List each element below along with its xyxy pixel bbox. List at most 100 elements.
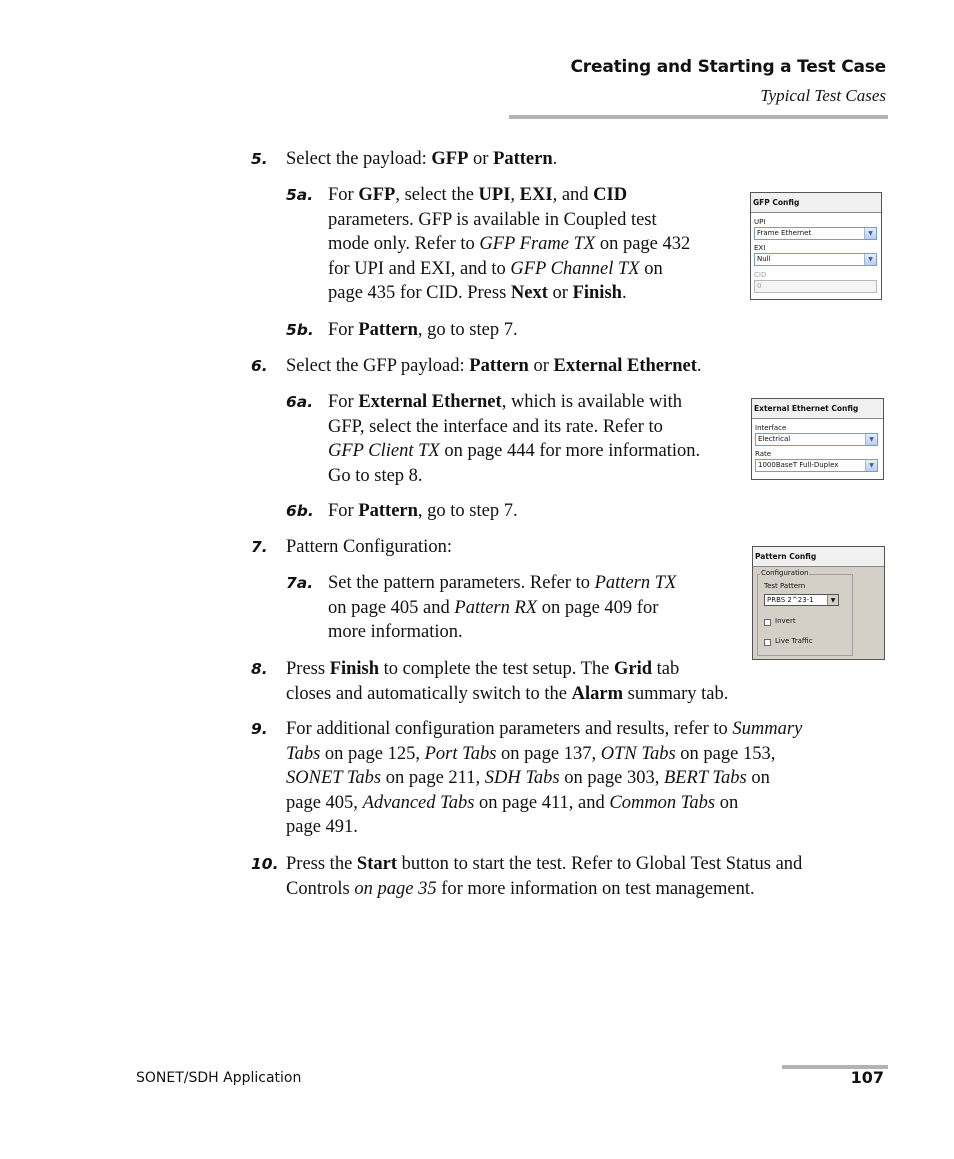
text: , go to step 7. <box>417 320 518 340</box>
chevron-down-icon[interactable]: ▼ <box>865 434 877 445</box>
cross-reference[interactable]: Common Tabs <box>609 793 715 813</box>
text: For additional configuration parameters … <box>286 719 733 739</box>
chevron-down-icon[interactable]: ▼ <box>827 595 838 605</box>
interface-select[interactable]: Electrical ▼ <box>755 433 878 446</box>
step-9-text: For additional configuration parameters … <box>286 717 886 840</box>
text: page 405, <box>286 792 363 813</box>
text: on page 137, <box>496 743 601 764</box>
text: or <box>528 356 554 376</box>
upi-label: UPI <box>754 218 766 226</box>
cid-input[interactable]: 0 <box>754 280 877 293</box>
panel-title: GFP Config <box>751 193 881 213</box>
chevron-down-icon[interactable]: ▼ <box>864 254 876 265</box>
text: For <box>328 392 359 412</box>
cross-reference[interactable]: SDH Tabs <box>485 768 560 788</box>
line: For External Ethernet, which is availabl… <box>328 390 748 415</box>
cross-reference[interactable]: Summary <box>732 719 802 739</box>
text: page 435 for CID. Press <box>328 283 511 304</box>
cross-reference[interactable]: on page 35 <box>354 879 436 899</box>
line: GFP, select the interface and its rate. … <box>328 415 748 440</box>
rate-select[interactable]: 1000BaseT Full-Duplex ▼ <box>755 459 878 472</box>
text: on <box>715 792 739 813</box>
footer-manual-title: SONET/SDH Application <box>136 1070 302 1086</box>
term: Pattern <box>358 320 418 340</box>
cross-reference[interactable]: Port Tabs <box>425 744 497 764</box>
interface-label: Interface <box>755 424 787 432</box>
cross-reference[interactable]: GFP Frame TX <box>479 234 595 254</box>
term: External Ethernet <box>358 392 502 412</box>
step-number: 5a. <box>286 186 314 204</box>
term: External Ethernet <box>553 356 697 376</box>
page-number: 107 <box>850 1068 884 1087</box>
step-5b-text: For Pattern, go to step 7. <box>328 318 518 343</box>
text: Select the GFP payload: <box>286 356 470 376</box>
text: parameters. GFP is available in Coupled … <box>328 209 657 230</box>
cross-reference[interactable]: SONET Tabs <box>286 768 381 788</box>
step-7-text: Pattern Configuration: <box>286 537 452 557</box>
text: on page 125, <box>320 743 425 764</box>
line: Controls on page 35 for more information… <box>286 877 886 902</box>
rate-value: 1000BaseT Full-Duplex <box>758 461 839 469</box>
step-number: 6b. <box>286 502 314 520</box>
text: Select the payload: <box>286 149 432 169</box>
term: Finish <box>572 283 622 304</box>
cross-reference[interactable]: Pattern RX <box>454 598 537 618</box>
rate-label: Rate <box>755 450 772 458</box>
text: , go to step 7. <box>417 501 518 521</box>
panel-title: Pattern Config <box>753 547 884 567</box>
text: . <box>552 149 558 169</box>
text: for more information on test management. <box>436 878 755 899</box>
line: parameters. GFP is available in Coupled … <box>328 208 738 233</box>
text: . <box>696 356 702 376</box>
text: for UPI and EXI, and to <box>328 258 511 279</box>
text: on page 411, and <box>474 792 610 813</box>
cross-reference[interactable]: Pattern TX <box>595 573 677 593</box>
step-number: 5b. <box>286 321 314 339</box>
step-number: 9. <box>251 720 268 738</box>
text: on page 444 for more information. <box>439 441 701 462</box>
text: to complete the test setup. The <box>379 659 615 679</box>
text: , which is available with <box>501 392 683 412</box>
cross-reference[interactable]: OTN Tabs <box>601 744 676 764</box>
step-number: 7a. <box>286 574 314 592</box>
upi-value: Frame Ethernet <box>757 229 812 237</box>
text: GFP, select the interface and its rate. … <box>328 416 663 437</box>
cross-reference[interactable]: Tabs <box>286 744 320 764</box>
text: or <box>547 283 573 304</box>
invert-checkbox[interactable] <box>764 619 771 626</box>
text: . <box>621 283 627 304</box>
test-pattern-label: Test Pattern <box>764 582 806 590</box>
text: on page 211, <box>381 768 485 789</box>
term: EXI <box>519 185 553 205</box>
term: Pattern <box>358 501 418 521</box>
text: mode only. Refer to <box>328 234 480 255</box>
chapter-title: Creating and Starting a Test Case <box>570 57 887 77</box>
term: Pattern <box>469 356 529 376</box>
line: For additional configuration parameters … <box>286 717 886 742</box>
live-traffic-checkbox[interactable] <box>764 639 771 646</box>
exi-select[interactable]: Null ▼ <box>754 253 877 266</box>
term: Start <box>356 854 397 874</box>
line: on page 405 and Pattern RX on page 409 f… <box>328 596 748 621</box>
term: GFP <box>358 185 396 205</box>
text: For <box>328 185 359 205</box>
chevron-down-icon[interactable]: ▼ <box>864 228 876 239</box>
line: For GFP, select the UPI, EXI, and CID <box>328 183 738 208</box>
upi-select[interactable]: Frame Ethernet ▼ <box>754 227 877 240</box>
cid-label: CID <box>754 271 767 279</box>
cross-reference[interactable]: GFP Client TX <box>328 441 440 461</box>
text: on page 303, <box>559 768 664 789</box>
cross-reference[interactable]: GFP Channel TX <box>510 259 639 279</box>
text: closes and automatically switch to the <box>286 683 572 704</box>
cross-reference[interactable]: Advanced Tabs <box>363 793 475 813</box>
test-pattern-select[interactable]: PRBS 2^23-1 ▼ <box>764 594 839 606</box>
interface-value: Electrical <box>758 435 791 443</box>
line: page 491. <box>286 815 886 840</box>
section-subtitle: Typical Test Cases <box>760 86 886 105</box>
pattern-config-panel: Pattern Config Configuration Test Patter… <box>752 546 885 660</box>
text: on page 409 for <box>537 597 659 618</box>
step-6b-text: For Pattern, go to step 7. <box>328 499 518 524</box>
text: For <box>328 320 359 340</box>
cross-reference[interactable]: BERT Tabs <box>664 768 747 788</box>
chevron-down-icon[interactable]: ▼ <box>865 460 877 471</box>
